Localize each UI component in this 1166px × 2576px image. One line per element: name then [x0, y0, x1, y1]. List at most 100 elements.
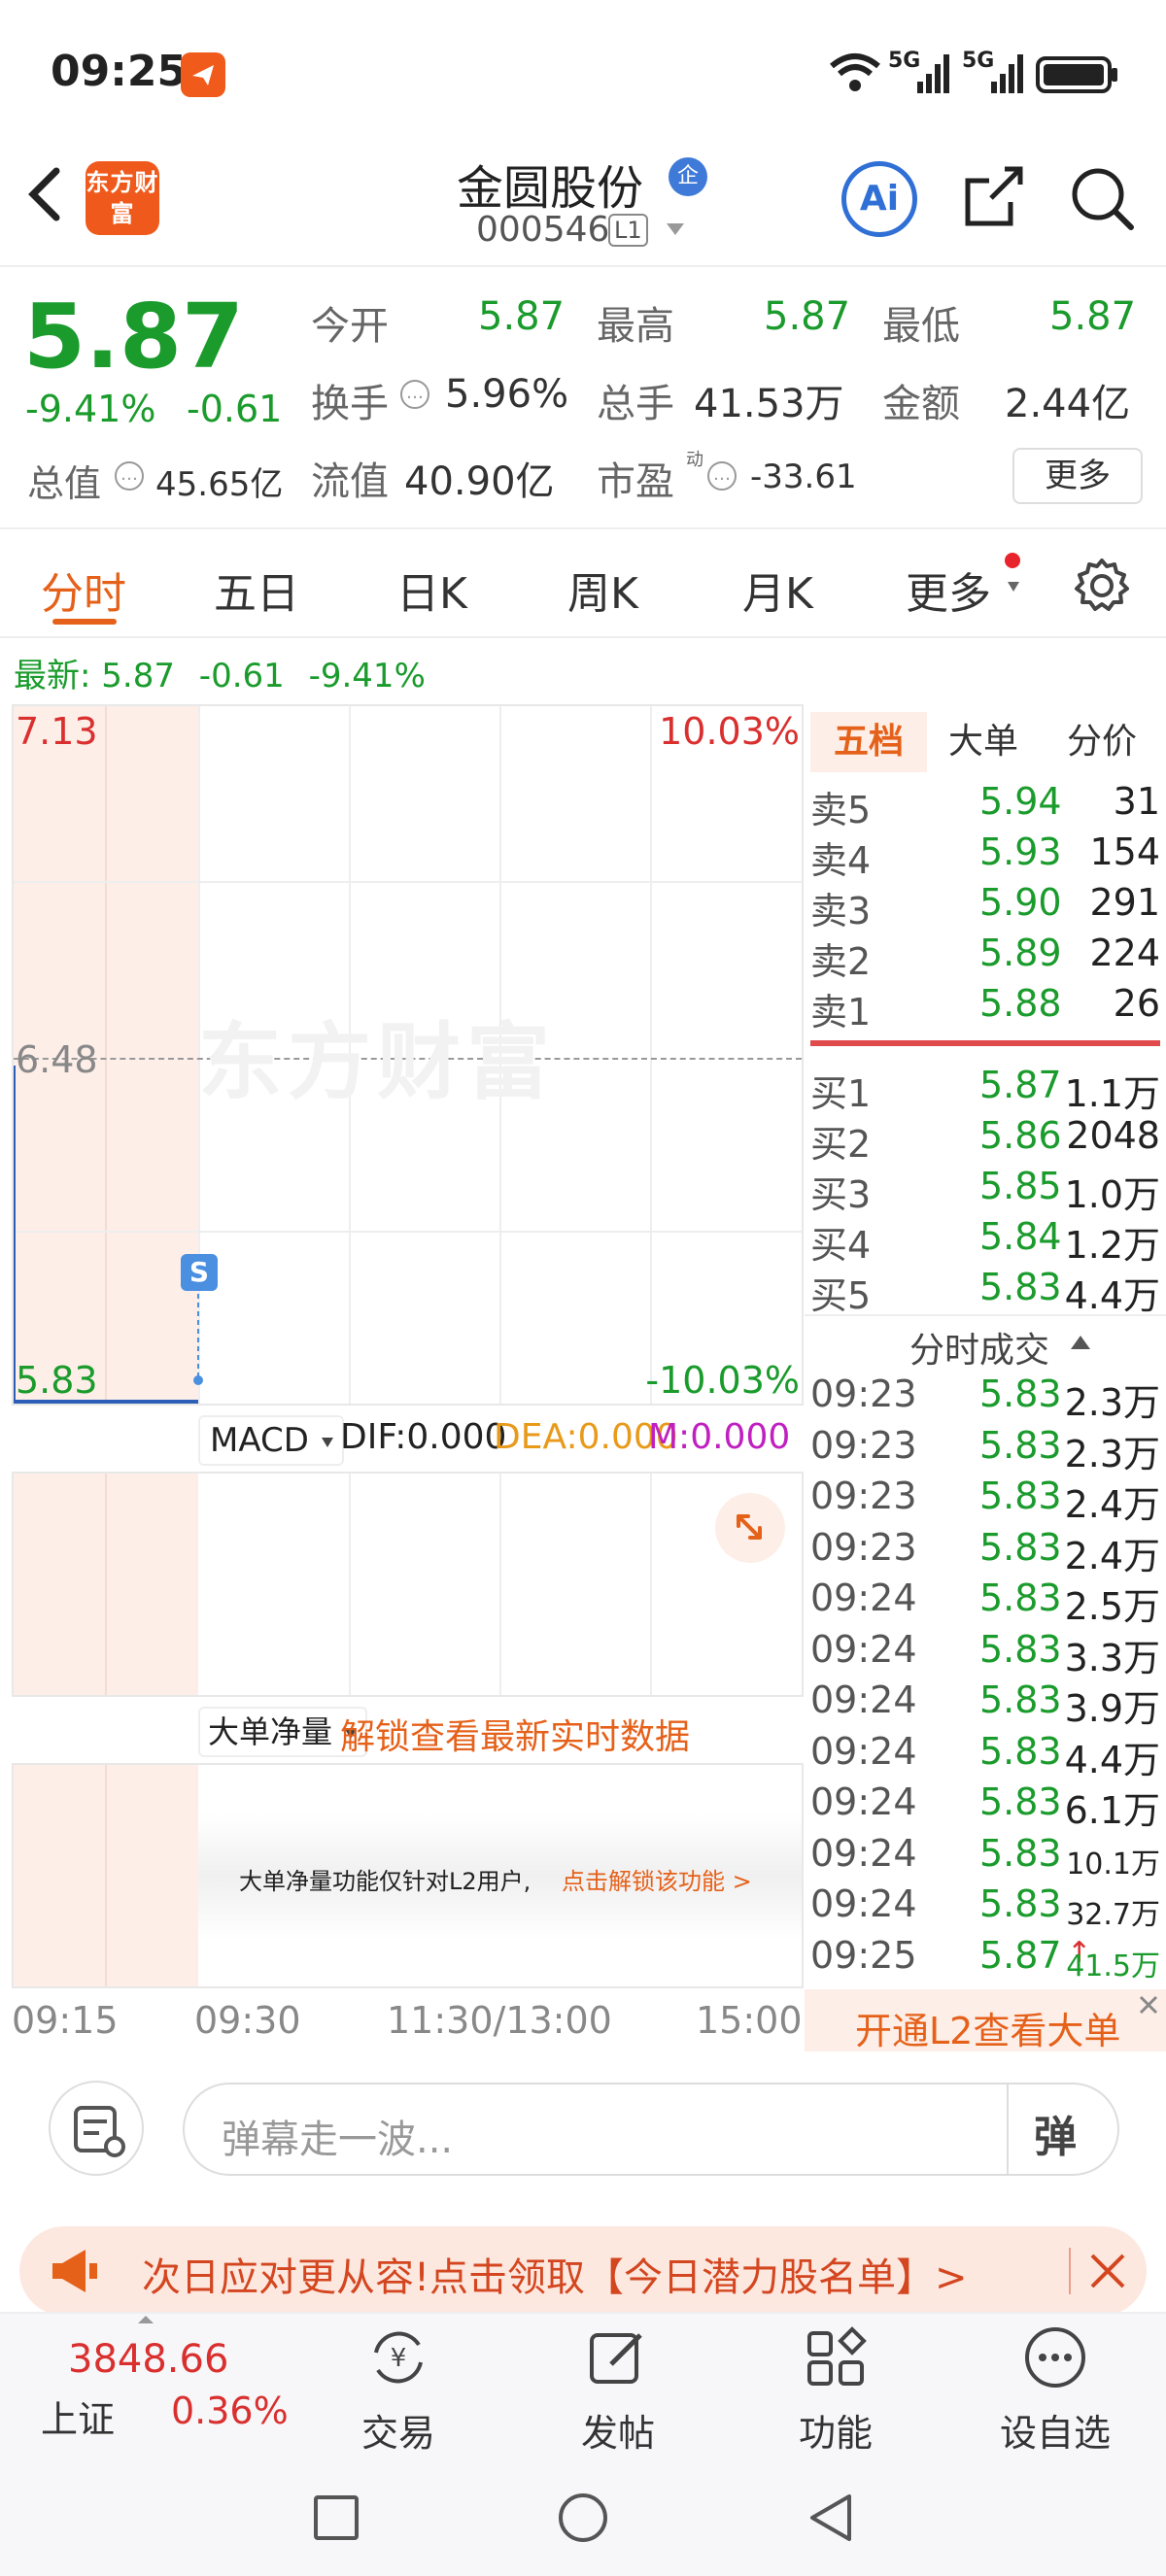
tick-price: 5.83: [979, 1627, 1062, 1671]
chevron-down-icon[interactable]: [1007, 578, 1020, 596]
stock-name: 金圆股份: [457, 161, 644, 216]
volume-value: 41.53万: [694, 382, 844, 426]
macd-select[interactable]: MACD: [198, 1415, 344, 1466]
trade-signal-marker[interactable]: S: [181, 1254, 218, 1291]
tab-five-day[interactable]: 五日: [214, 559, 299, 621]
level-volume: 26: [1113, 982, 1160, 1025]
level-label: 买1: [810, 1072, 872, 1115]
info-icon[interactable]: …: [400, 380, 429, 409]
tab-more[interactable]: 更多: [906, 559, 991, 621]
tick-trade-row: 09:24 5.83 4.4万: [810, 1729, 1160, 1781]
tab-weekly-k[interactable]: 周K: [567, 559, 638, 621]
intraday-chart[interactable]: 东方财富 7.13 6.48 5.83 10.03% -10.03% S: [12, 704, 804, 1406]
chevron-up-icon: [138, 2316, 154, 2323]
expand-icon[interactable]: [715, 1493, 785, 1563]
high-value: 5.87: [764, 294, 851, 339]
level-price: 5.86: [979, 1114, 1062, 1157]
settings-gear-icon[interactable]: [1073, 557, 1131, 619]
tick-volume: 32.7万: [1066, 1898, 1160, 1932]
level-volume: 2048: [1066, 1114, 1160, 1157]
latest-label: 最新:: [14, 657, 91, 695]
divider: [805, 1314, 1166, 1316]
tab-intraday[interactable]: 分时: [41, 559, 126, 621]
trade-button[interactable]: ¥ 交易: [301, 2323, 496, 2457]
level-price: 5.90: [979, 881, 1062, 924]
tick-trade-row: 09:24 5.83 32.7万: [810, 1882, 1160, 1933]
tab-five-levels[interactable]: 五档: [810, 712, 927, 772]
danmu-input-box[interactable]: 弹幕走一波... 弹: [183, 2083, 1119, 2176]
open-l2-banner[interactable]: 开通L2查看大单: [805, 1989, 1166, 2052]
tick-trade-row: 09:24 5.83 6.1万: [810, 1780, 1160, 1832]
tick-time: 09:24: [810, 1780, 917, 1823]
low-label: 最低: [882, 304, 960, 349]
info-icon[interactable]: …: [115, 461, 144, 491]
set-watchlist-button[interactable]: 设自选: [958, 2323, 1152, 2457]
tick-price: 5.83: [979, 1729, 1062, 1773]
close-icon[interactable]: [1088, 2252, 1127, 2290]
level-label: 卖5: [810, 789, 872, 831]
info-icon[interactable]: …: [707, 461, 737, 491]
signal1-label: 5G: [888, 49, 921, 73]
level-volume: 4.4万: [1064, 1274, 1160, 1317]
home-icon[interactable]: [558, 2492, 608, 2543]
float-value: 40.90亿: [404, 459, 555, 504]
unlock-realtime-link[interactable]: 解锁查看最新实时数据: [340, 1709, 690, 1759]
amount-label: 金额: [882, 382, 960, 426]
tab-big-orders[interactable]: 大单: [948, 712, 1018, 772]
ai-assistant-button[interactable]: Ai: [841, 161, 917, 237]
eastmoney-logo[interactable]: 东方财富: [86, 161, 159, 235]
edit-icon: [590, 2333, 642, 2384]
chevron-down-icon: [321, 1438, 333, 1447]
post-label: 发帖: [580, 2412, 655, 2455]
back-nav-icon[interactable]: [808, 2492, 853, 2543]
tick-volume: 2.4万: [1064, 1534, 1160, 1577]
bid-ask-divider: [810, 1040, 1160, 1046]
tick-trade-row: 09:24 5.83 10.1万: [810, 1832, 1160, 1882]
svg-text:¥: ¥: [391, 2344, 407, 2373]
trade-label: 交易: [360, 2412, 435, 2455]
sell-level-row: 卖2 5.89 224: [810, 932, 1160, 983]
level-label: 买5: [810, 1274, 872, 1317]
level-price: 5.94: [979, 780, 1062, 823]
danmu-toggle-button[interactable]: 弹: [1034, 2102, 1077, 2164]
level-label: 买3: [810, 1173, 872, 1216]
more-button[interactable]: 更多: [1012, 448, 1143, 504]
level-badge: L1: [608, 214, 648, 247]
time-label: 11:30/13:00: [387, 1999, 612, 2042]
recent-apps-icon[interactable]: [313, 2494, 360, 2541]
stock-header: 东方财富 金圆股份 企 000546 L1 Ai: [0, 146, 1166, 267]
promo-banner[interactable]: 次日应对更从容!点击领取【今日潜力股名单】>: [19, 2226, 1147, 2316]
l2-unlock-link[interactable]: 点击解锁该功能 >: [562, 1862, 752, 1896]
chevron-down-icon[interactable]: [665, 221, 686, 241]
level-label: 卖3: [810, 890, 872, 932]
search-icon[interactable]: [1069, 165, 1137, 237]
share-icon[interactable]: [962, 163, 1026, 235]
tick-trade-row: 09:23 5.83 2.4万: [810, 1526, 1160, 1577]
tick-volume: 2.5万: [1064, 1585, 1160, 1628]
level-volume: 291: [1089, 881, 1160, 924]
tick-trades-title[interactable]: 分时成交: [909, 1322, 1049, 1373]
tab-price-distribution[interactable]: 分价: [1067, 712, 1137, 772]
post-button[interactable]: 发帖: [521, 2323, 715, 2457]
comment-list-button[interactable]: [49, 2081, 144, 2176]
index-quote[interactable]: 3848.66 上证 0.36%: [0, 2314, 292, 2457]
signal-strength-icon: [917, 54, 950, 97]
close-icon[interactable]: [1137, 1993, 1160, 2017]
pe-dynamic-mark: 动: [686, 450, 703, 470]
latest-price: 5.87: [101, 657, 175, 695]
tab-monthly-k[interactable]: 月K: [742, 559, 813, 621]
total-value-label: 总值: [27, 462, 102, 505]
tick-price: 5.83: [979, 1423, 1062, 1467]
tab-daily-k[interactable]: 日K: [396, 559, 467, 621]
chevron-up-icon[interactable]: [1069, 1334, 1092, 1351]
functions-button[interactable]: 功能: [738, 2323, 933, 2457]
signal-strength-icon: [991, 54, 1024, 97]
current-price: 5.87: [23, 285, 244, 389]
macd-chart[interactable]: [12, 1472, 804, 1697]
sell-level-row: 卖1 5.88 26: [810, 982, 1160, 1034]
back-button[interactable]: [21, 163, 68, 229]
level-volume: 154: [1089, 830, 1160, 873]
tick-price: 5.83: [979, 1576, 1062, 1619]
more-dots-icon: [1025, 2327, 1085, 2388]
stock-code: 000546: [476, 210, 610, 250]
